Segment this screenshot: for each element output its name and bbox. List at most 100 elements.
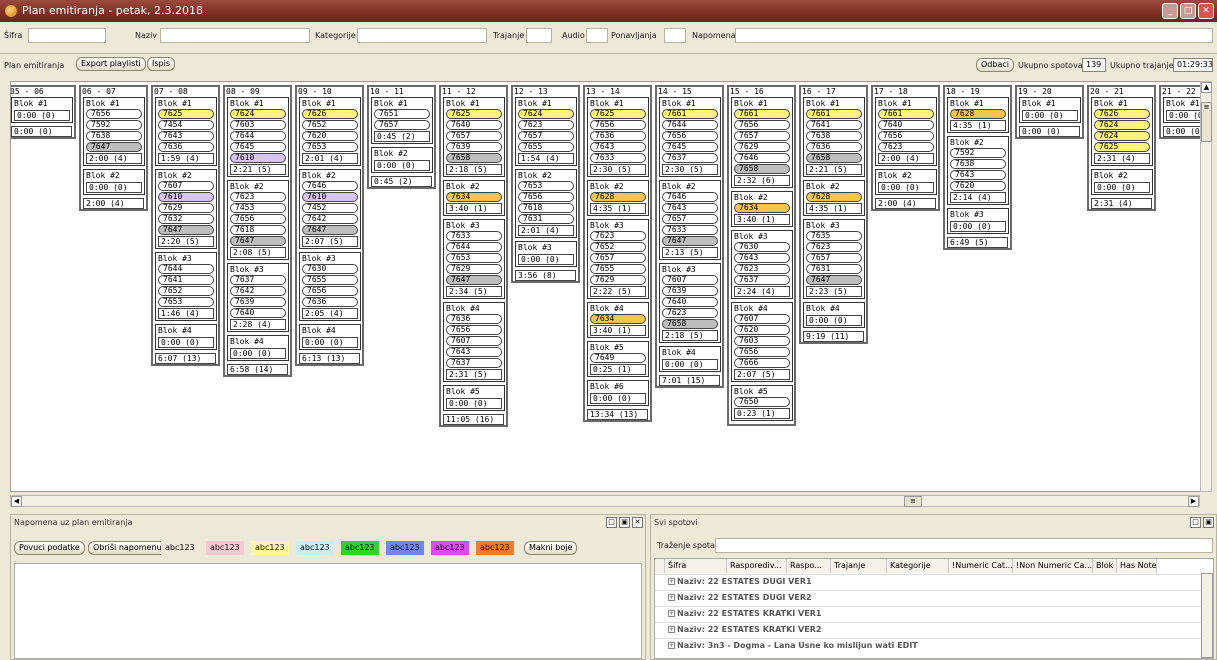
- panel-restore-icon[interactable]: □: [1190, 517, 1201, 528]
- spot-item[interactable]: 7640: [230, 308, 286, 318]
- spot-item[interactable]: 7592: [950, 148, 1006, 158]
- block[interactable]: Blok #2 7592 7638 7643 7620 2:14 (4): [947, 136, 1009, 205]
- spot-item[interactable]: 7626: [1094, 109, 1150, 119]
- spot-item[interactable]: 7644: [446, 242, 502, 252]
- spot-item[interactable]: 7607: [446, 336, 502, 346]
- naziv-input[interactable]: [160, 28, 310, 43]
- spot-item[interactable]: 7644: [662, 120, 718, 130]
- spot-item[interactable]: 7634: [446, 192, 502, 202]
- scroll-up-icon[interactable]: ▲: [1201, 82, 1212, 93]
- table-row[interactable]: Naziv: 22 ESTATES KRATKI VER2 +: [655, 622, 1201, 636]
- column-header[interactable]: !Non Numeric Ca...: [1013, 559, 1093, 573]
- spot-item[interactable]: 7646: [662, 192, 718, 202]
- spot-item[interactable]: 7647: [230, 236, 286, 246]
- spot-item[interactable]: 7628: [590, 192, 646, 202]
- spot-item[interactable]: 7635: [806, 231, 862, 241]
- spot-item[interactable]: 7610: [230, 153, 286, 163]
- spot-item[interactable]: 7592: [86, 120, 142, 130]
- spot-item[interactable]: 7666: [734, 358, 790, 368]
- table-row[interactable]: Naziv: 22 ESTATES DUGI VER1 +: [655, 574, 1201, 588]
- spot-item[interactable]: 7637: [662, 153, 718, 163]
- block[interactable]: Blok #2 7634 3:40 (1): [731, 191, 793, 227]
- block[interactable]: Blok #5 0:00 (0): [443, 385, 505, 411]
- spot-item[interactable]: 7634: [590, 314, 646, 324]
- spot-item[interactable]: 7637: [230, 275, 286, 285]
- block[interactable]: Blok #2 7646 7610 7452 7642 7647 2:07 (5): [299, 169, 361, 249]
- spot-item[interactable]: 7643: [158, 131, 214, 141]
- spot-item[interactable]: 7620: [734, 325, 790, 335]
- close-button[interactable]: ✕: [1198, 3, 1214, 19]
- spot-item[interactable]: 7607: [158, 181, 214, 191]
- spot-item[interactable]: 7640: [878, 120, 934, 130]
- spot-item[interactable]: 7643: [734, 253, 790, 263]
- spot-item[interactable]: 7653: [302, 142, 358, 152]
- spot-item[interactable]: 7639: [446, 142, 502, 152]
- spots-table[interactable]: Šifra Rasporediv... Raspo... Trajanje Katego…: [654, 558, 1214, 659]
- remove-colors-button[interactable]: Makni boje: [524, 541, 578, 555]
- block[interactable]: Blok #1 7661 7644 7656 7645 7637 2:30 (5): [659, 97, 721, 177]
- note-textarea[interactable]: [14, 563, 642, 659]
- cancel-button[interactable]: Odbaci: [976, 58, 1014, 72]
- trajanje-input[interactable]: [526, 28, 552, 43]
- block[interactable]: Blok #2 7634 3:40 (1): [443, 180, 505, 216]
- table-scrollbar[interactable]: [1201, 573, 1213, 658]
- search-spot-input[interactable]: [715, 538, 1213, 553]
- spot-item[interactable]: 7636: [158, 142, 214, 152]
- spot-item[interactable]: 7624: [1094, 131, 1150, 141]
- block[interactable]: Blok #3 7630 7655 7656 7636 2:05 (4): [299, 252, 361, 321]
- spot-item[interactable]: 7628: [806, 192, 862, 202]
- spot-item[interactable]: 7647: [86, 142, 142, 152]
- spot-item[interactable]: 7610: [158, 192, 214, 202]
- spot-item[interactable]: 7642: [302, 214, 358, 224]
- horizontal-scroll-thumb[interactable]: ≡: [904, 496, 922, 507]
- spot-item[interactable]: 7618: [230, 225, 286, 235]
- spot-item[interactable]: 7661: [734, 109, 790, 119]
- spot-item[interactable]: 7638: [806, 131, 862, 141]
- grid-vertical-scrollbar[interactable]: ▲ ≡: [1200, 81, 1212, 492]
- spot-item[interactable]: 7653: [518, 181, 574, 191]
- column-header[interactable]: Trajanje: [831, 559, 887, 573]
- spot-item[interactable]: 7661: [806, 109, 862, 119]
- spot-item[interactable]: 7657: [734, 131, 790, 141]
- spot-item[interactable]: 7638: [86, 131, 142, 141]
- block[interactable]: Blok #3 7633 7644 7653 7629 7647 2:34 (5): [443, 219, 505, 299]
- block[interactable]: Blok #4 0:00 (0): [659, 346, 721, 372]
- spot-item[interactable]: 7649: [590, 353, 646, 363]
- column-header[interactable]: Raspo...: [787, 559, 831, 573]
- print-button[interactable]: Ispis: [147, 57, 175, 71]
- block[interactable]: Blok #4 7636 7656 7607 7643 7637 2:31 (5): [443, 302, 505, 382]
- spot-item[interactable]: 7640: [662, 297, 718, 307]
- color-chip[interactable]: abc123: [206, 541, 244, 555]
- panel-pin-icon[interactable]: ▣: [619, 517, 630, 528]
- block[interactable]: Blok #1 7626 7624 7624 7625 2:31 (4): [1091, 97, 1153, 166]
- spot-item[interactable]: 7655: [590, 264, 646, 274]
- spot-item[interactable]: 7658: [734, 164, 790, 174]
- spot-item[interactable]: 7634: [734, 203, 790, 213]
- spot-item[interactable]: 7656: [734, 347, 790, 357]
- export-playlist-button[interactable]: Export playlisti: [76, 57, 146, 71]
- delete-note-button[interactable]: Obriši napomenu: [88, 541, 167, 555]
- spot-item[interactable]: 7645: [230, 142, 286, 152]
- block[interactable]: Blok #2 7623 7453 7656 7618 7647 2:08 (5): [227, 180, 289, 260]
- spot-item[interactable]: 7636: [590, 131, 646, 141]
- spot-item[interactable]: 7641: [158, 275, 214, 285]
- spot-item[interactable]: 7452: [302, 203, 358, 213]
- column-header[interactable]: !Numeric Cat...: [949, 559, 1013, 573]
- spot-item[interactable]: 7453: [230, 203, 286, 213]
- color-chip[interactable]: abc123: [386, 541, 424, 555]
- spot-item[interactable]: 7620: [950, 181, 1006, 191]
- fetch-data-button[interactable]: Povuci podatke: [14, 541, 85, 555]
- spot-item[interactable]: 7656: [302, 286, 358, 296]
- ponavljanja-input[interactable]: [664, 28, 686, 43]
- spot-item[interactable]: 7630: [734, 242, 790, 252]
- block[interactable]: Blok #2 7628 4:35 (1): [587, 180, 649, 216]
- block[interactable]: Blok #1 7626 7652 7620 7653 2:01 (4): [299, 97, 361, 166]
- spot-item[interactable]: 7657: [806, 253, 862, 263]
- block[interactable]: Blok #4 7634 3:40 (1): [587, 302, 649, 338]
- spot-item[interactable]: 7629: [158, 203, 214, 213]
- block[interactable]: Blok #5 7650 0:23 (1): [731, 385, 793, 421]
- spot-item[interactable]: 7656: [230, 214, 286, 224]
- block[interactable]: Blok #3 7644 7641 7652 7653 1:46 (4): [155, 252, 217, 321]
- spot-item[interactable]: 7656: [878, 131, 934, 141]
- spot-item[interactable]: 7657: [518, 131, 574, 141]
